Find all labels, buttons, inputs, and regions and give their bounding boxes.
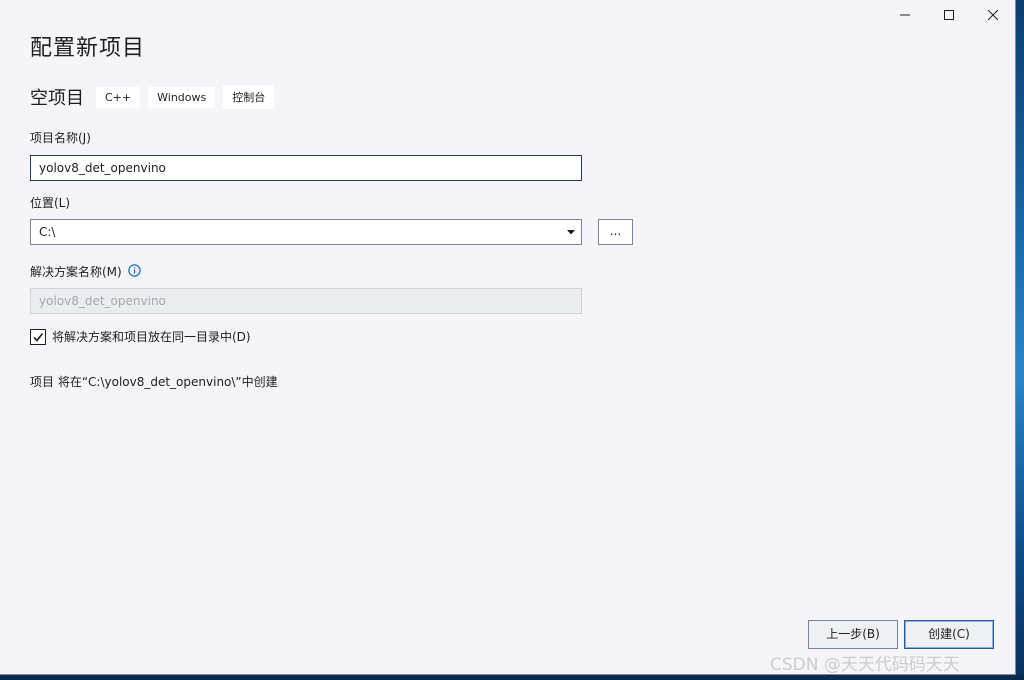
same-directory-label[interactable]: 将解决方案和项目放在同一目录中(D) (52, 328, 251, 345)
template-name: 空项目 (30, 88, 84, 109)
chevron-down-icon[interactable] (565, 220, 577, 244)
browse-button[interactable]: ... (598, 219, 633, 245)
solution-name-input[interactable]: yolov8_det_openvino (30, 288, 582, 314)
project-path-note: 项目 将在“C:\yolov8_det_openvino\”中创建 (30, 375, 278, 389)
create-button[interactable]: 创建(C) (904, 620, 994, 649)
template-summary: 空项目 C++ Windows 控制台 (30, 84, 282, 110)
project-name-label: 项目名称(J) (30, 131, 91, 145)
solution-name-label: 解决方案名称(M) (30, 265, 122, 279)
location-select[interactable]: C:\ (30, 219, 582, 245)
minimize-icon (900, 14, 910, 16)
project-name-input[interactable]: yolov8_det_openvino (30, 155, 582, 181)
page-title: 配置新项目 (30, 36, 146, 61)
close-button[interactable] (971, 0, 1015, 30)
checkmark-icon (33, 332, 44, 342)
minimize-button[interactable] (883, 0, 927, 30)
close-icon (987, 9, 999, 21)
same-directory-checkbox[interactable] (30, 328, 46, 345)
taskbar-edge (0, 675, 1024, 680)
same-directory-option[interactable]: 将解决方案和项目放在同一目录中(D) (30, 328, 251, 345)
info-icon[interactable] (128, 264, 141, 277)
template-tag-type: 控制台 (223, 85, 275, 109)
location-label: 位置(L) (30, 196, 71, 210)
back-button[interactable]: 上一步(B) (808, 620, 898, 649)
maximize-button[interactable] (927, 0, 971, 30)
watermark: CSDN @天天代码码天天 (770, 655, 960, 675)
window-controls (883, 0, 1015, 30)
location-value: C:\ (39, 225, 56, 239)
maximize-icon (944, 10, 954, 20)
template-tag-platform: Windows (148, 86, 216, 108)
configure-project-dialog: 配置新项目 空项目 C++ Windows 控制台 项目名称(J) yolov8… (0, 0, 1016, 675)
desktop-background (1016, 0, 1024, 680)
template-tag-language: C++ (96, 86, 141, 108)
